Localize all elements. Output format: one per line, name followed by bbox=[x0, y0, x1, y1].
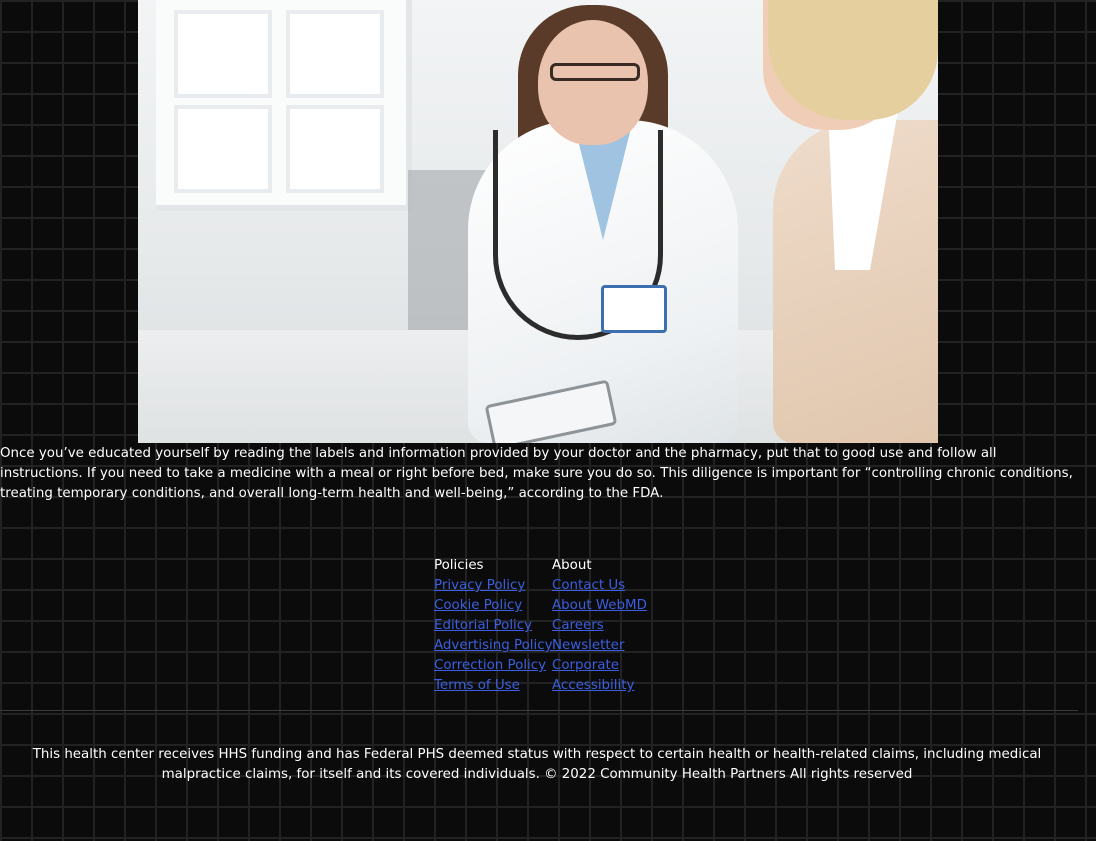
correction-policy-link[interactable]: Correction Policy bbox=[434, 656, 546, 676]
contact-us-link[interactable]: Contact Us bbox=[552, 576, 652, 596]
hero-image bbox=[138, 0, 938, 443]
newsletter-link[interactable]: Newsletter bbox=[552, 636, 652, 656]
privacy-policy-link[interactable]: Privacy Policy bbox=[434, 576, 538, 596]
about-webmd-link[interactable]: About WebMD bbox=[552, 596, 652, 616]
corporate-link[interactable]: Corporate bbox=[552, 656, 652, 676]
footer-about-title: About bbox=[552, 558, 592, 573]
cookie-policy-link[interactable]: Cookie Policy bbox=[434, 596, 538, 616]
window-backdrop bbox=[156, 0, 412, 211]
footer-about-column: About Contact Us About WebMD Careers New… bbox=[552, 556, 652, 696]
legal-notice: This health center receives HHS funding … bbox=[32, 747, 1042, 782]
advertising-policy-link[interactable]: Advertising Policy bbox=[434, 636, 553, 656]
footer-links: Policies Privacy Policy Cookie Policy Ed… bbox=[434, 556, 652, 696]
footer-divider bbox=[0, 710, 1078, 711]
careers-link[interactable]: Careers bbox=[552, 616, 652, 636]
terms-of-use-link[interactable]: Terms of Use bbox=[434, 676, 538, 696]
footer-policies-column: Policies Privacy Policy Cookie Policy Ed… bbox=[434, 556, 553, 696]
editorial-policy-link[interactable]: Editorial Policy bbox=[434, 616, 538, 636]
article-paragraph: Once you’ve educated yourself by reading… bbox=[0, 446, 1073, 501]
accessibility-link[interactable]: Accessibility bbox=[552, 676, 652, 696]
footer-policies-title: Policies bbox=[434, 558, 484, 573]
